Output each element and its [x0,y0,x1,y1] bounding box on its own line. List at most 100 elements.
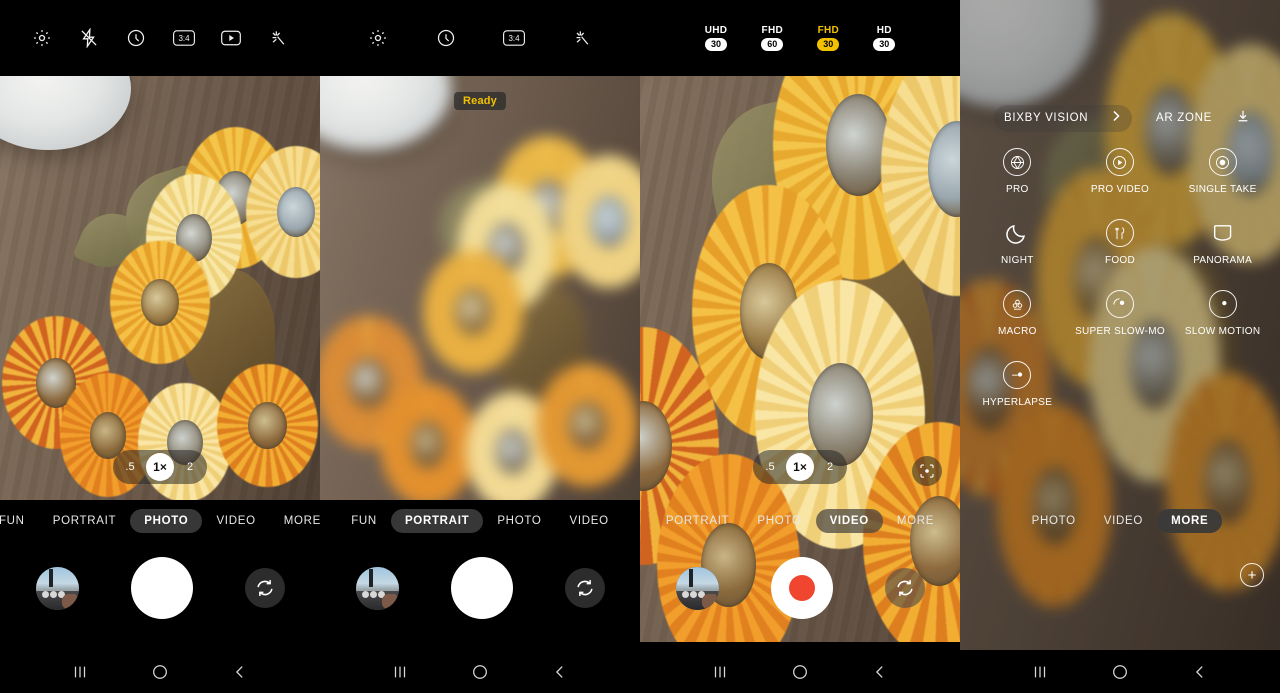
tab-video[interactable]: VIDEO [556,509,623,533]
back-icon[interactable] [545,657,575,687]
add-shortcut-button[interactable]: + [1240,563,1264,587]
resolution-label: FHD [761,25,783,36]
resolution-hd30[interactable]: HD 30 [873,25,896,51]
back-icon[interactable] [865,657,895,687]
zoom-control-photo[interactable]: .5 1× 2 [113,450,207,484]
tab-fun[interactable]: FUN [337,509,391,533]
zoom-option-1x[interactable]: 1× [146,453,174,481]
shutter-button[interactable] [130,557,193,619]
mode-super-slow-mo[interactable]: SUPER SLOW-MO [1069,290,1172,337]
tab-photo[interactable]: PHOTO [483,509,555,533]
switch-camera-button[interactable] [884,568,925,608]
bixby-vision-label: BIXBY VISION [1004,112,1089,124]
zoom-option-0.5x[interactable]: .5 [756,455,784,479]
resolution-fps: 60 [761,38,784,51]
android-navbar-1 [0,650,320,693]
tab-video[interactable]: VIDEO [1090,509,1157,533]
home-icon[interactable] [465,657,495,687]
zoom-option-2x[interactable]: 2 [816,455,844,479]
more-mode-grid: PRO PRO VIDEO SINGLE TAKE NIGHT FOOD PAN… [960,148,1280,408]
recents-icon[interactable] [385,657,415,687]
gallery-thumbnail-button[interactable] [675,566,719,610]
moon-icon [1003,219,1031,247]
tab-portrait[interactable]: PORTRAIT [652,509,744,533]
tab-portrait[interactable]: PORTRAIT [390,509,484,533]
mode-macro[interactable]: MACRO [966,290,1069,337]
panel-video-mode: UHD 30 FHD 60 FHD 30 HD 30 .5 1× 2 PORTR… [640,0,960,693]
mode-hyperlapse[interactable]: HYPERLAPSE [966,361,1069,408]
record-button[interactable] [770,557,833,619]
resolution-fps: 30 [817,38,840,51]
recents-icon[interactable] [65,657,95,687]
resolution-fhd30-selected[interactable]: FHD 30 [817,25,840,51]
tab-more[interactable]: MORE [270,509,320,533]
settings-icon[interactable] [29,25,55,51]
viewfinder-photo[interactable]: .5 1× 2 [0,76,320,500]
mode-label: PRO [1006,184,1029,195]
mode-panorama[interactable]: PANORAMA [1171,219,1274,266]
back-icon[interactable] [225,657,255,687]
mode-label: SINGLE TAKE [1188,184,1257,195]
home-icon[interactable] [1105,657,1135,687]
mode-tabs-photo: FUN PORTRAIT PHOTO VIDEO MORE [0,500,320,542]
capture-actions-portrait [320,542,640,634]
bottom-bar-video: PORTRAIT PHOTO VIDEO MORE [640,500,960,650]
mode-night[interactable]: NIGHT [966,219,1069,266]
resolution-uhd30[interactable]: UHD 30 [705,25,728,51]
resolution-label: HD [876,25,892,36]
home-icon[interactable] [145,657,175,687]
zoom-option-0.5x[interactable]: .5 [116,455,144,479]
mode-single-take[interactable]: SINGLE TAKE [1171,148,1274,195]
resolution-label: FHD [817,25,840,36]
tab-photo[interactable]: PHOTO [1018,509,1090,533]
download-icon[interactable] [1236,109,1250,128]
aperture-icon [1003,148,1032,176]
camera-toolbar-portrait: 3:4 [320,0,640,76]
motion-photo-icon[interactable] [218,25,244,51]
tab-video[interactable]: VIDEO [815,509,883,533]
settings-icon[interactable] [365,25,391,51]
tab-more[interactable]: MORE [1157,509,1223,533]
mode-label: FOOD [1104,255,1136,266]
panel-portrait-mode: 3:4 Ready FUN PORTRAIT PHOTO VIDEO [320,0,640,693]
tab-fun[interactable]: FUN [0,509,39,533]
mode-pro[interactable]: PRO [966,148,1069,195]
tab-photo[interactable]: PHOTO [743,509,815,533]
ar-zone-button[interactable]: AR ZONE [1156,109,1250,128]
zoom-option-2x[interactable]: 2 [176,455,204,479]
single-take-icon [1208,148,1237,176]
tab-video[interactable]: VIDEO [202,509,269,533]
tab-portrait[interactable]: PORTRAIT [39,509,131,533]
flash-off-icon[interactable] [76,25,102,51]
gallery-thumbnail-button[interactable] [355,566,399,610]
switch-camera-button[interactable] [244,568,285,608]
zoom-control-video[interactable]: .5 1× 2 [753,450,847,484]
recents-icon[interactable] [1025,657,1055,687]
viewfinder-portrait[interactable] [320,76,640,500]
switch-camera-button[interactable] [564,568,605,608]
chevron-right-icon [1110,109,1122,128]
gallery-thumbnail-button[interactable] [35,566,79,610]
resolution-fhd60[interactable]: FHD 60 [761,25,784,51]
mode-label: MACRO [997,326,1037,337]
super-steady-icon[interactable] [912,456,942,486]
mode-slow-motion[interactable]: SLOW MOTION [1171,290,1274,337]
tab-photo[interactable]: PHOTO [130,509,203,533]
mode-food[interactable]: FOOD [1069,219,1172,266]
bixby-vision-button[interactable]: BIXBY VISION [994,104,1133,132]
tab-more[interactable]: MORE [883,509,948,533]
filters-icon[interactable] [569,25,595,51]
recents-icon[interactable] [705,657,735,687]
aspect-ratio-icon[interactable]: 3:4 [171,25,197,51]
zoom-option-1x[interactable]: 1× [786,453,814,481]
back-icon[interactable] [1185,657,1215,687]
mode-label: PRO VIDEO [1090,184,1150,195]
timer-icon[interactable] [433,25,459,51]
aspect-ratio-icon[interactable]: 3:4 [501,25,527,51]
home-icon[interactable] [785,657,815,687]
mode-pro-video[interactable]: PRO VIDEO [1069,148,1172,195]
shutter-button[interactable] [450,557,513,619]
mode-label: SLOW MOTION [1184,326,1261,337]
timer-icon[interactable] [123,25,149,51]
filters-icon[interactable] [265,25,291,51]
